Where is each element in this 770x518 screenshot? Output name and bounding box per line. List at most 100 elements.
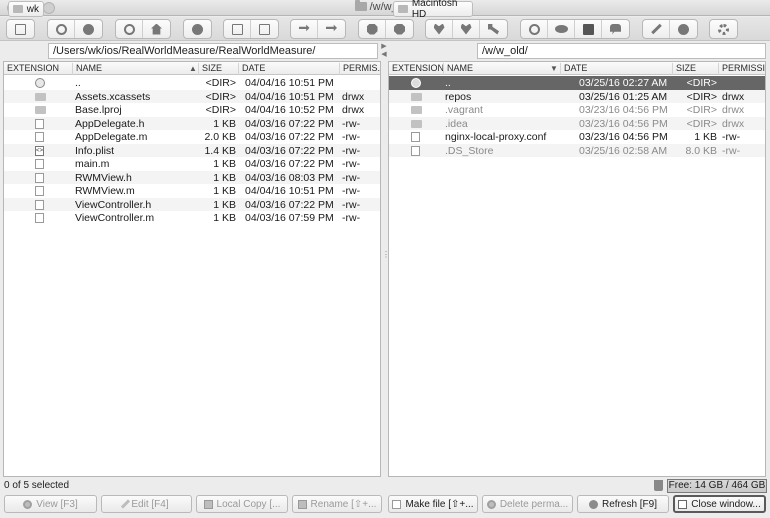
terminal-button[interactable] [575,20,602,38]
left-col-extension[interactable]: EXTENSION [4,63,72,75]
right-col-date[interactable]: DATE [560,63,672,75]
bookmark-add-icon [394,23,405,35]
console-button[interactable] [602,20,629,38]
right-file-pane[interactable]: EXTENSION NAME ▼ DATE SIZE PERMISSI... ..… [388,61,766,477]
right-col-size[interactable]: SIZE [672,63,718,75]
table-row[interactable]: nginx-local-proxy.conf 03/23/16 04:56 PM 1… [389,130,765,144]
row-perm: drwx [722,117,745,130]
toolbar-group-window [6,19,35,39]
left-col-date[interactable]: DATE [238,63,339,75]
left-path-field[interactable]: /Users/wk/ios/RealWorldMeasure/RealWorld… [48,43,378,59]
table-row[interactable]: main.m 1 KB 04/03/16 07:22 PM -rw- [4,157,380,171]
local-copy-button[interactable]: Local Copy [... [196,495,288,513]
left-col-permissions[interactable]: PERMIS... [339,63,380,75]
delete-button[interactable]: Delete perma... [482,495,573,513]
new-file-button[interactable] [251,20,278,38]
table-row[interactable]: RWMView.m 1 KB 04/04/16 10:51 PM -rw- [4,184,380,198]
table-row[interactable]: .DS_Store 03/25/16 02:58 AM 8.0 KB -rw- [389,143,765,157]
left-volume-label: wk [26,3,39,15]
rename-button[interactable]: Rename [⇧+... [292,495,382,513]
edit-button[interactable]: Edit [F4] [101,495,192,513]
record-button[interactable] [670,20,697,38]
row-name: .vagrant [445,104,483,116]
copy-icon [203,499,213,509]
left-col-size[interactable]: SIZE [198,63,238,75]
right-volume-selector[interactable]: Macintosh HD [393,0,473,20]
home-button[interactable] [143,20,170,38]
visibility-button[interactable] [548,20,575,38]
toolbar-group-history [47,19,103,39]
row-name: Base.lproj [75,104,122,116]
toolbar-group-create [223,19,279,39]
window-title-wrap: /w/w_old/ [0,0,770,13]
row-date: 04/03/16 08:03 PM [245,171,334,184]
new-window-button[interactable] [7,20,34,38]
magic-wand-button[interactable] [643,20,670,38]
bookmark-button[interactable] [359,20,386,38]
favorite-button[interactable] [426,20,453,38]
row-name: RWMView.m [75,185,135,197]
table-row[interactable]: ViewController.m 1 KB 04/03/16 07:59 PM -rw… [4,211,380,225]
left-file-pane[interactable]: EXTENSION NAME ▲ SIZE DATE PERMIS... .. <D… [3,61,381,477]
left-col-name-label: NAME [76,63,103,73]
table-row[interactable]: RWMView.h 1 KB 04/03/16 08:03 PM -rw- [4,170,380,184]
trash-icon[interactable] [654,480,663,491]
view-button[interactable]: View [F3] [4,495,97,513]
row-date: 04/03/16 07:59 PM [245,212,334,224]
table-row[interactable]: .vagrant 03/23/16 04:56 PM <DIR> drwx [389,103,765,117]
favorite-add-button[interactable] [453,20,480,38]
compare-button[interactable] [318,20,345,38]
stop-button[interactable] [184,20,211,38]
left-volume-selector[interactable]: wk [8,1,44,17]
table-row[interactable]: AppDelegate.m 2.0 KB 04/03/16 07:22 PM -rw- [4,130,380,144]
pane-splitter-handle[interactable]: ⋮ [382,250,390,262]
refresh-button[interactable]: Refresh [F9] [577,495,669,513]
table-row[interactable]: Base.lproj <DIR> 04/04/16 10:52 PM drwx [4,103,380,117]
row-size: <DIR> [686,90,717,103]
right-col-extension[interactable]: EXTENSION [389,63,443,75]
table-row[interactable]: repos 03/25/16 01:25 AM <DIR> drwx [389,89,765,103]
row-date: 03/25/16 01:25 AM [579,90,668,103]
table-row[interactable]: ViewController.h 1 KB 04/03/16 07:22 PM -rw… [4,197,380,211]
row-size: 2.0 KB [204,131,236,143]
row-name: .. [445,77,451,89]
right-col-name[interactable]: NAME ▼ [443,63,560,75]
row-size: <DIR> [205,77,236,89]
sync-button[interactable] [291,20,318,38]
right-address-bar: /w/w_old/ [477,42,766,60]
bookmark-add-button[interactable] [386,20,413,38]
table-row[interactable]: .. <DIR> 04/04/16 10:51 PM [4,76,380,90]
row-size: <DIR> [205,90,236,103]
table-row[interactable]: <> Info.plist 1.4 KB 04/03/16 07:22 PM -rw- [4,143,380,157]
table-row[interactable]: AppDelegate.h 1 KB 04/03/16 07:22 PM -rw- [4,116,380,130]
row-name: AppDelegate.m [75,131,148,143]
table-row[interactable]: .. 03/25/16 02:27 AM <DIR> [389,76,765,90]
refresh-icon [588,499,598,509]
new-folder-button[interactable] [224,20,251,38]
table-row[interactable]: .idea 03/23/16 04:56 PM <DIR> drwx [389,116,765,130]
table-row[interactable]: Assets.xcassets <DIR> 04/04/16 10:51 PM drw… [4,89,380,103]
pane-swap-arrows[interactable]: ▶ ◀ [379,43,389,59]
network-button[interactable] [521,20,548,38]
row-size: 1 KB [213,158,236,170]
console-icon [610,23,621,35]
right-volume-label: Macintosh HD [411,0,458,20]
close-window-button[interactable]: Close window... [673,495,766,513]
key-button[interactable] [480,20,507,38]
row-perm: -rw- [342,144,361,157]
make-file-button[interactable]: Make file [⇧+... [388,495,478,513]
row-perm: drwx [722,90,745,103]
right-col-permissions[interactable]: PERMISSI... [718,63,765,75]
magnifier-icon [23,499,33,509]
delete-button-label: Delete perma... [499,498,569,510]
back-button[interactable] [48,20,75,38]
row-perm: drwx [722,104,745,116]
row-name: RWMView.h [75,171,132,184]
root-button[interactable] [116,20,143,38]
close-icon [678,499,688,509]
forward-button[interactable] [75,20,102,38]
left-col-name[interactable]: NAME ▲ [72,63,198,75]
root-icon [123,23,135,35]
settings-button[interactable] [710,20,737,38]
right-path-field[interactable]: /w/w_old/ [477,43,766,59]
